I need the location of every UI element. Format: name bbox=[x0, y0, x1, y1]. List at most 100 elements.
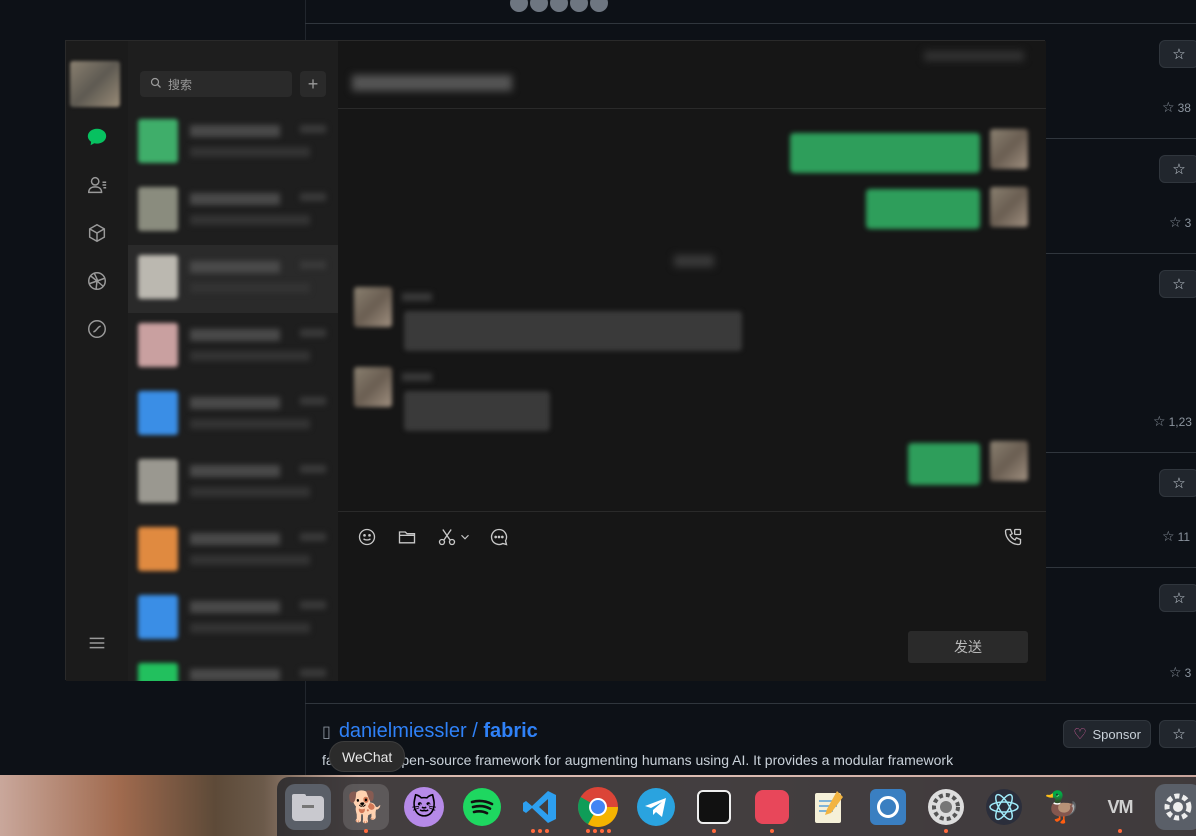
session-item[interactable] bbox=[128, 177, 338, 245]
search-icon bbox=[150, 77, 162, 92]
dock-vm-icon[interactable]: VM bbox=[1097, 784, 1143, 830]
star-count[interactable]: ☆ 3 bbox=[1169, 664, 1191, 681]
hamburger-menu-icon[interactable] bbox=[85, 631, 109, 655]
dock-chrome-icon[interactable] bbox=[575, 784, 621, 830]
running-indicator bbox=[770, 829, 774, 833]
dock-telegram-icon[interactable] bbox=[633, 784, 679, 830]
star-button[interactable]: ☆ bbox=[1159, 40, 1196, 68]
dock-shutter-icon[interactable] bbox=[865, 784, 911, 830]
session-avatar bbox=[138, 595, 178, 639]
moments-icon[interactable] bbox=[85, 269, 109, 293]
sponsor-label: Sponsor bbox=[1092, 726, 1141, 742]
dock-text-editor-icon[interactable] bbox=[807, 784, 853, 830]
message-bubble-outgoing[interactable] bbox=[866, 189, 980, 229]
session-avatar bbox=[138, 255, 178, 299]
star-icon: ☆ bbox=[1172, 590, 1186, 607]
star-icon: ☆ bbox=[1162, 528, 1175, 544]
running-indicator bbox=[712, 829, 716, 833]
star-count[interactable]: ☆ 3 bbox=[1169, 214, 1191, 231]
search-input[interactable]: 搜索 bbox=[140, 71, 292, 97]
repo-title-link[interactable]: ▯ danielmiessler / fabric bbox=[322, 720, 538, 743]
star-button[interactable]: ☆ bbox=[1159, 584, 1196, 612]
running-indicator bbox=[600, 829, 604, 833]
dock-vscode-icon[interactable] bbox=[517, 784, 563, 830]
dock-duck-icon[interactable]: 🦆 bbox=[1039, 784, 1085, 830]
star-count-value: 1,23 bbox=[1168, 415, 1192, 429]
dock-app-icon[interactable] bbox=[749, 784, 795, 830]
my-avatar[interactable] bbox=[70, 61, 120, 107]
repo-description: fabric is an open-source framework for a… bbox=[322, 752, 954, 768]
dock-electron-icon[interactable] bbox=[981, 784, 1027, 830]
chat-bubble-icon[interactable] bbox=[488, 526, 510, 548]
repo-name[interactable]: fabric bbox=[483, 720, 537, 742]
star-count-value: 3 bbox=[1184, 666, 1192, 680]
chevron-down-icon[interactable] bbox=[458, 526, 472, 548]
session-item[interactable] bbox=[128, 245, 338, 313]
message-avatar bbox=[354, 367, 392, 407]
contributor-avatars bbox=[510, 0, 608, 12]
dock-settings-icon[interactable] bbox=[923, 784, 969, 830]
running-indicator bbox=[593, 829, 597, 833]
emoji-icon[interactable] bbox=[356, 526, 378, 548]
running-indicator bbox=[531, 829, 535, 833]
star-icon: ☆ bbox=[1172, 726, 1186, 743]
message-bubble-incoming[interactable] bbox=[404, 391, 550, 431]
message-bubble-incoming[interactable] bbox=[404, 311, 742, 351]
dock-wechat-icon[interactable]: 🐕 bbox=[343, 784, 389, 830]
sponsor-button[interactable]: ♡ Sponsor bbox=[1063, 720, 1151, 748]
chat-icon[interactable] bbox=[85, 125, 109, 149]
input-toolbar bbox=[338, 511, 1046, 561]
dock-system-settings-icon[interactable] bbox=[1155, 784, 1196, 830]
dock-spotify-icon[interactable] bbox=[459, 784, 505, 830]
star-icon: ☆ bbox=[1162, 99, 1175, 115]
message-avatar bbox=[990, 187, 1028, 227]
dock-files-icon[interactable] bbox=[285, 784, 331, 830]
star-icon: ☆ bbox=[1169, 664, 1182, 680]
repo-book-icon: ▯ bbox=[322, 724, 331, 741]
favorites-cube-icon[interactable] bbox=[85, 221, 109, 245]
window-controls[interactable] bbox=[924, 51, 1024, 61]
star-button[interactable]: ☆ bbox=[1159, 469, 1196, 497]
star-count[interactable]: ☆ 38 bbox=[1162, 99, 1191, 116]
running-indicator bbox=[538, 829, 542, 833]
wechat-nav-bar bbox=[66, 41, 128, 681]
scissors-icon[interactable] bbox=[436, 526, 458, 548]
star-button[interactable]: ☆ bbox=[1159, 270, 1196, 298]
voice-call-icon[interactable] bbox=[1002, 526, 1024, 548]
star-icon: ☆ bbox=[1172, 475, 1186, 492]
dock-cat-app-icon[interactable]: 🐱 bbox=[401, 784, 447, 830]
session-avatar bbox=[138, 187, 178, 231]
add-button[interactable]: + bbox=[300, 71, 326, 97]
running-indicator bbox=[545, 829, 549, 833]
running-indicator bbox=[607, 829, 611, 833]
session-item[interactable] bbox=[128, 517, 338, 585]
session-item[interactable] bbox=[128, 653, 338, 681]
send-button[interactable]: 发送 bbox=[908, 631, 1028, 663]
running-indicator bbox=[1118, 829, 1122, 833]
session-avatar bbox=[138, 391, 178, 435]
session-item[interactable] bbox=[128, 109, 338, 177]
dock-notion-icon[interactable] bbox=[691, 784, 737, 830]
folder-icon[interactable] bbox=[396, 526, 418, 548]
sender-name-redacted bbox=[402, 293, 432, 301]
repo-owner[interactable]: danielmiessler bbox=[339, 720, 467, 742]
star-count[interactable]: ☆ 11 bbox=[1162, 528, 1190, 545]
chat-header bbox=[338, 41, 1046, 109]
star-button[interactable]: ☆ bbox=[1159, 155, 1196, 183]
row-divider bbox=[305, 703, 1196, 704]
star-count-value: 3 bbox=[1184, 216, 1192, 230]
star-count-value: 38 bbox=[1177, 101, 1191, 115]
star-icon: ☆ bbox=[1169, 214, 1182, 230]
session-item[interactable] bbox=[128, 381, 338, 449]
sender-name-redacted bbox=[402, 373, 432, 381]
message-bubble-outgoing[interactable] bbox=[908, 443, 980, 485]
contacts-icon[interactable] bbox=[85, 173, 109, 197]
message-bubble-outgoing[interactable] bbox=[790, 133, 980, 173]
session-item[interactable] bbox=[128, 585, 338, 653]
session-item[interactable] bbox=[128, 449, 338, 517]
channels-icon[interactable] bbox=[85, 317, 109, 341]
session-item[interactable] bbox=[128, 313, 338, 381]
star-button[interactable]: ☆ bbox=[1159, 720, 1196, 748]
session-avatar bbox=[138, 527, 178, 571]
star-count[interactable]: ☆ 1,23 bbox=[1153, 413, 1192, 430]
